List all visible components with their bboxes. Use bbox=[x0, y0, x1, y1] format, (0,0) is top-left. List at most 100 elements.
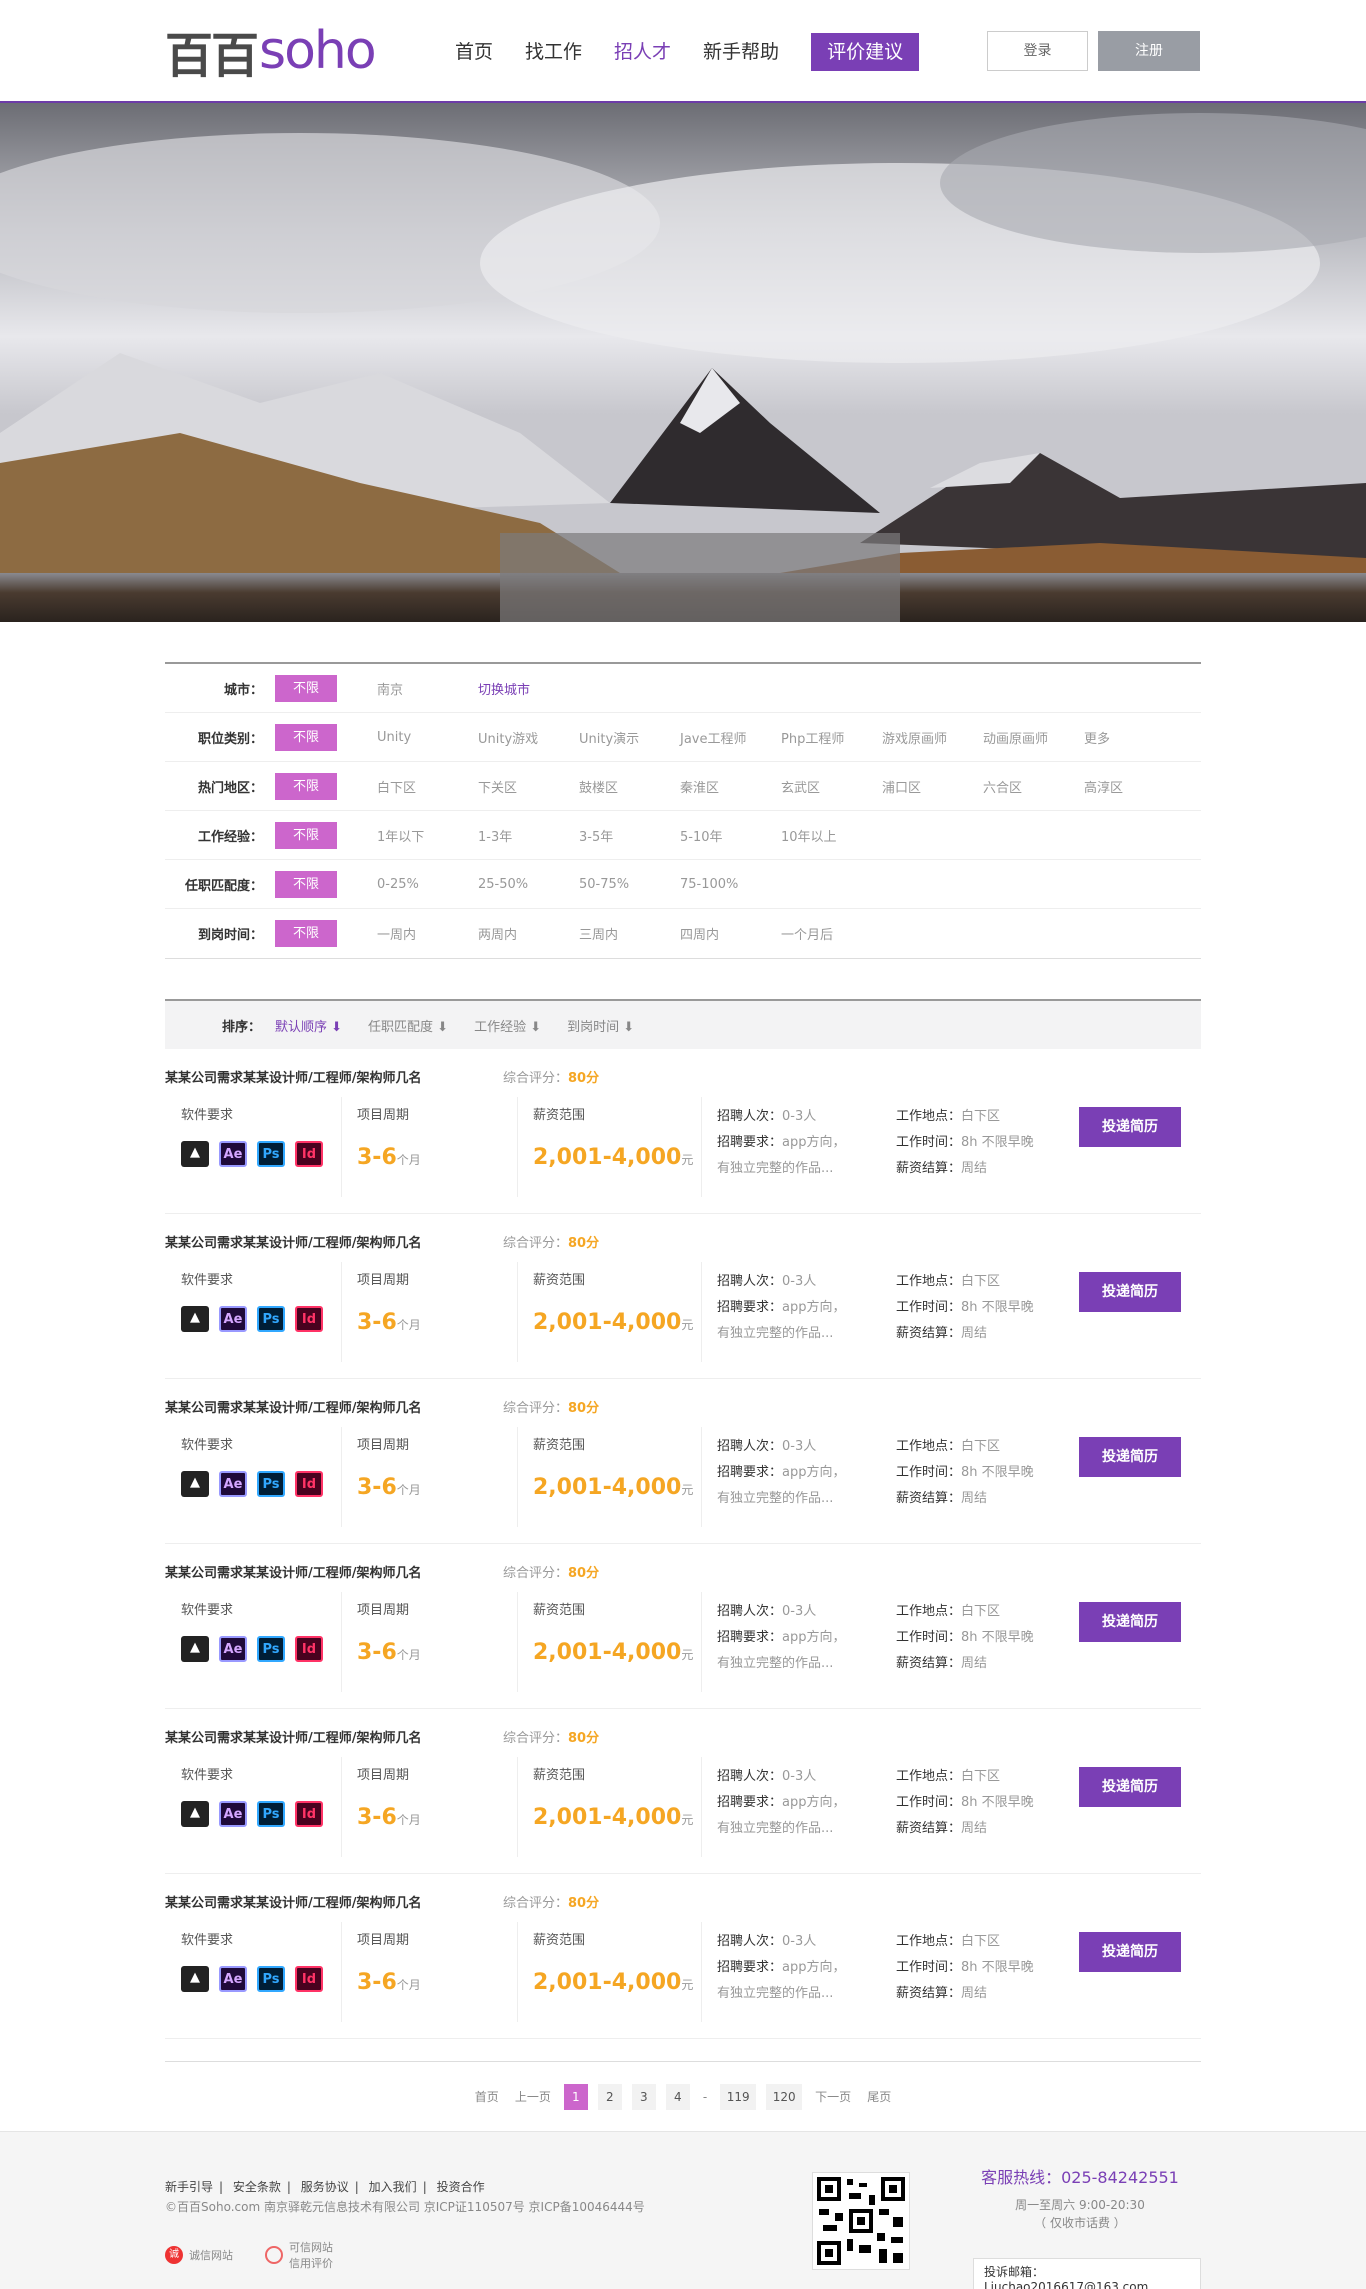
hire-info: 招聘人次：0-3人 招聘要求：app方向， 有独立完整的作品... bbox=[717, 1769, 846, 1836]
filter-all-tag[interactable]: 不限 bbox=[275, 821, 337, 849]
filter-option[interactable]: 1年以下 bbox=[377, 826, 478, 845]
job-card: 某某公司需求某某设计师/工程师/架构师几名 综合评分：80分 软件要求 ▲ Ae Ps Id… bbox=[165, 1709, 1201, 1874]
filter-panel: 城市： 不限 南京 切换城市 职位类别： 不限 Unity Unity游戏 Un… bbox=[165, 662, 1201, 959]
filter-option[interactable]: 高淳区 bbox=[1084, 777, 1185, 796]
site-logo[interactable]: 百百 soho bbox=[165, 21, 377, 84]
filter-option[interactable]: 1-3年 bbox=[478, 826, 579, 845]
filter-option[interactable]: 游戏原画师 bbox=[882, 728, 983, 747]
nav-hire-talent[interactable]: 招人才 bbox=[614, 36, 671, 71]
filter-option[interactable]: 动画原画师 bbox=[983, 728, 1084, 747]
filter-all-tag[interactable]: 不限 bbox=[275, 870, 337, 898]
apply-resume-button[interactable]: 投递简历 bbox=[1079, 1932, 1181, 1972]
salary-label: 薪资范围 bbox=[533, 1273, 586, 1288]
filter-option[interactable]: Jave工程师 bbox=[680, 728, 781, 747]
apply-resume-button[interactable]: 投递简历 bbox=[1079, 1602, 1181, 1642]
pager-page[interactable]: 119 bbox=[720, 2083, 757, 2110]
filter-all-tag[interactable]: 不限 bbox=[275, 723, 337, 751]
filter-option[interactable]: Unity游戏 bbox=[478, 728, 579, 747]
filter-option[interactable]: 秦淮区 bbox=[680, 777, 781, 796]
salary-range: 2,001-4,000元 bbox=[533, 1805, 694, 1830]
filter-option[interactable]: 50-75% bbox=[579, 877, 680, 892]
footer-link[interactable]: 新手引导 bbox=[165, 2180, 213, 2194]
filter-option[interactable]: 下关区 bbox=[478, 777, 579, 796]
filter-more[interactable]: 更多 bbox=[1084, 728, 1185, 747]
filter-option[interactable]: 0-25% bbox=[377, 877, 478, 892]
salary-label: 薪资范围 bbox=[533, 1768, 586, 1783]
after-effects-icon: Ae bbox=[219, 1141, 247, 1167]
filter-option[interactable]: 四周内 bbox=[680, 924, 781, 943]
sort-default[interactable]: 默认顺序 ⬇ bbox=[275, 1016, 342, 1035]
project-period: 3-6个月 bbox=[357, 1475, 421, 1500]
apply-resume-button[interactable]: 投递简历 bbox=[1079, 1767, 1181, 1807]
nav-find-job[interactable]: 找工作 bbox=[525, 36, 582, 71]
pager-page[interactable]: 1 bbox=[563, 2083, 588, 2110]
indesign-icon: Id bbox=[295, 1141, 323, 1167]
after-effects-icon: Ae bbox=[219, 1471, 247, 1497]
software-label: 软件要求 bbox=[181, 1933, 234, 1948]
filter-all-tag[interactable]: 不限 bbox=[275, 920, 337, 947]
pager-first[interactable]: 首页 bbox=[475, 2088, 499, 2105]
filter-option[interactable]: 一周内 bbox=[377, 924, 478, 943]
filter-option[interactable]: 3-5年 bbox=[579, 826, 680, 845]
filter-option[interactable]: 25-50% bbox=[478, 877, 579, 892]
filter-row-arrival: 到岗时间： 不限 一周内 两周内 三周内 四周内 一个月后 bbox=[165, 909, 1201, 958]
sort-match[interactable]: 任职匹配度 ⬇ bbox=[368, 1016, 448, 1035]
filter-option[interactable]: 六合区 bbox=[983, 777, 1084, 796]
register-button[interactable]: 注册 bbox=[1098, 31, 1200, 71]
filter-option[interactable]: 浦口区 bbox=[882, 777, 983, 796]
pager-page[interactable]: 3 bbox=[631, 2083, 656, 2110]
sort-arrival[interactable]: 到岗时间 ⬇ bbox=[567, 1016, 634, 1035]
login-button[interactable]: 登录 bbox=[987, 31, 1088, 71]
nav-help[interactable]: 新手帮助 bbox=[703, 36, 779, 71]
indesign-icon: Id bbox=[295, 1471, 323, 1497]
pager-next[interactable]: 下一页 bbox=[815, 2088, 851, 2105]
pager-page[interactable]: 4 bbox=[665, 2083, 690, 2110]
trust-badge-honest[interactable]: 诚 诚信网站 bbox=[165, 2239, 233, 2271]
complaint-email[interactable]: 投诉邮箱：Liuchao2016617@163.com bbox=[973, 2258, 1201, 2289]
footer-link[interactable]: 服务协议 bbox=[301, 2180, 349, 2194]
filter-option[interactable]: 75-100% bbox=[680, 877, 781, 892]
job-list: 某某公司需求某某设计师/工程师/架构师几名 综合评分：80分 软件要求 ▲ Ae Ps Id… bbox=[165, 1049, 1201, 2039]
filter-row-match: 任职匹配度： 不限 0-25% 25-50% 50-75% 75-100% bbox=[165, 860, 1201, 909]
filter-row-city: 城市： 不限 南京 切换城市 bbox=[165, 664, 1201, 713]
apply-resume-button[interactable]: 投递简历 bbox=[1079, 1272, 1181, 1312]
pager-prev[interactable]: 上一页 bbox=[515, 2088, 551, 2105]
footer-link[interactable]: 安全条款 bbox=[233, 2180, 281, 2194]
filter-option[interactable]: Unity bbox=[377, 730, 478, 745]
job-title[interactable]: 某某公司需求某某设计师/工程师/架构师几名 bbox=[165, 1397, 422, 1416]
salary-range: 2,001-4,000元 bbox=[533, 1970, 694, 1995]
filter-option[interactable]: 两周内 bbox=[478, 924, 579, 943]
filter-option[interactable]: 鼓楼区 bbox=[579, 777, 680, 796]
filter-option[interactable]: 三周内 bbox=[579, 924, 680, 943]
filter-option[interactable]: 白下区 bbox=[377, 777, 478, 796]
filter-option[interactable]: Php工程师 bbox=[781, 728, 882, 747]
filter-option[interactable]: 南京 bbox=[377, 679, 478, 698]
filter-option[interactable]: 5-10年 bbox=[680, 826, 781, 845]
filter-all-tag[interactable]: 不限 bbox=[275, 674, 337, 702]
trust-badge-credible[interactable]: 可信网站 信用评价 bbox=[265, 2239, 333, 2271]
footer-link[interactable]: 投资合作 bbox=[437, 2180, 485, 2194]
sort-experience[interactable]: 工作经验 ⬇ bbox=[474, 1016, 541, 1035]
job-title[interactable]: 某某公司需求某某设计师/工程师/架构师几名 bbox=[165, 1892, 422, 1911]
filter-option[interactable]: 玄武区 bbox=[781, 777, 882, 796]
after-effects-icon: Ae bbox=[219, 1966, 247, 1992]
filter-option[interactable]: Unity演示 bbox=[579, 728, 680, 747]
photoshop-icon: Ps bbox=[257, 1141, 285, 1167]
filter-option[interactable]: 10年以上 bbox=[781, 826, 882, 845]
pager-last[interactable]: 尾页 bbox=[867, 2088, 891, 2105]
pager-page[interactable]: 120 bbox=[766, 2083, 803, 2110]
pager-page[interactable]: 2 bbox=[597, 2083, 622, 2110]
apply-resume-button[interactable]: 投递简历 bbox=[1079, 1107, 1181, 1147]
apply-resume-button[interactable]: 投递简历 bbox=[1079, 1437, 1181, 1477]
feedback-button[interactable]: 评价建议 bbox=[811, 33, 920, 71]
filter-option[interactable]: 一个月后 bbox=[781, 924, 882, 943]
job-title[interactable]: 某某公司需求某某设计师/工程师/架构师几名 bbox=[165, 1232, 422, 1251]
footer-link[interactable]: 加入我们 bbox=[369, 2180, 417, 2194]
job-title[interactable]: 某某公司需求某某设计师/工程师/架构师几名 bbox=[165, 1562, 422, 1581]
job-title[interactable]: 某某公司需求某某设计师/工程师/架构师几名 bbox=[165, 1067, 422, 1086]
unity-icon: ▲ bbox=[181, 1801, 209, 1827]
switch-city-link[interactable]: 切换城市 bbox=[478, 679, 579, 698]
nav-home[interactable]: 首页 bbox=[455, 36, 493, 71]
filter-all-tag[interactable]: 不限 bbox=[275, 772, 337, 800]
job-title[interactable]: 某某公司需求某某设计师/工程师/架构师几名 bbox=[165, 1727, 422, 1746]
